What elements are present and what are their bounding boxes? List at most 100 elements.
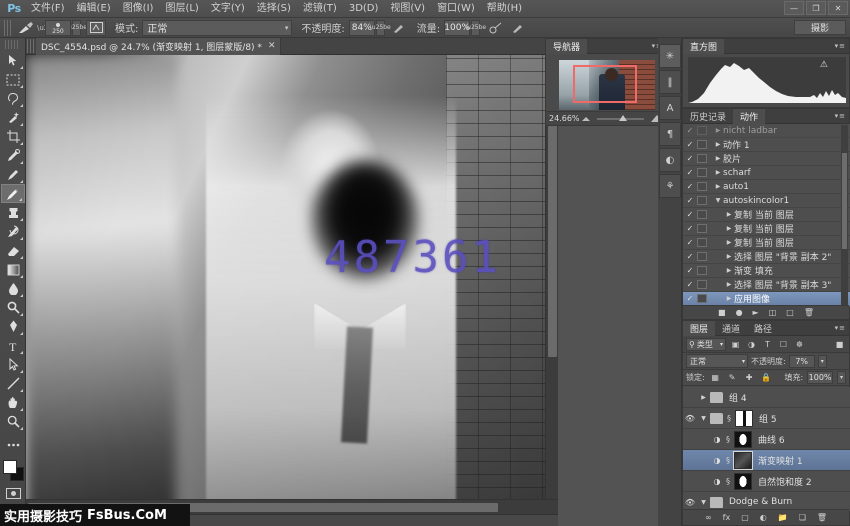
document-tab[interactable]: DSC_4554.psd @ 24.7% (渐变映射 1, 图层蒙版/8) * … bbox=[36, 38, 281, 55]
play-icon[interactable]: ► bbox=[753, 308, 759, 317]
smart-filter-icon[interactable]: ☸ bbox=[793, 338, 806, 351]
tab-history[interactable]: 历史记录 bbox=[683, 109, 733, 124]
brush-tool-icon[interactable] bbox=[15, 20, 37, 36]
action-dialog-toggle[interactable] bbox=[697, 154, 707, 163]
action-expand-icon[interactable]: ▶ bbox=[713, 141, 723, 148]
action-toggle-icon[interactable]: ✓ bbox=[683, 238, 697, 247]
action-dialog-toggle[interactable] bbox=[697, 126, 707, 135]
layer-mask-thumbnail[interactable] bbox=[734, 431, 752, 448]
action-toggle-icon[interactable]: ✓ bbox=[683, 196, 697, 205]
action-row[interactable]: ✓ ▶ 动作 1 bbox=[683, 138, 850, 152]
action-toggle-icon[interactable]: ✓ bbox=[683, 266, 697, 275]
move-tool[interactable] bbox=[1, 51, 25, 70]
action-expand-icon[interactable]: ▶ bbox=[713, 169, 723, 176]
action-row[interactable]: ✓ ▶ nicht ladbar bbox=[683, 124, 850, 138]
rail-brushes-icon[interactable]: ⚘ bbox=[659, 174, 681, 198]
tablet-pressure-icon[interactable] bbox=[86, 20, 106, 36]
action-dialog-toggle[interactable] bbox=[697, 224, 707, 233]
zoom-tool[interactable] bbox=[1, 412, 25, 431]
action-expand-icon[interactable]: ▶ bbox=[724, 281, 734, 288]
action-dialog-toggle[interactable] bbox=[697, 294, 707, 303]
action-row-selected[interactable]: ✓ ▶ 应用图像 bbox=[683, 292, 850, 306]
link-icon[interactable]: § bbox=[724, 435, 732, 444]
action-dialog-toggle[interactable] bbox=[697, 196, 707, 205]
eraser-tool[interactable] bbox=[1, 241, 25, 260]
layer-row-selected[interactable]: ◑ § 渐变映射 1 bbox=[683, 450, 850, 471]
new-action-icon[interactable]: □ bbox=[786, 308, 794, 317]
menu-filter[interactable]: 滤镜(T) bbox=[297, 0, 343, 18]
navigator-zoom-slider-knob[interactable] bbox=[619, 115, 627, 121]
action-toggle-icon[interactable]: ✓ bbox=[683, 154, 697, 163]
menu-edit[interactable]: 编辑(E) bbox=[71, 0, 117, 18]
action-row[interactable]: ✓ ▶ 选择 图层 "背景 副本 2" bbox=[683, 250, 850, 264]
actions-panel-menu-icon[interactable]: ▾≡ bbox=[835, 112, 846, 120]
action-toggle-icon[interactable]: ✓ bbox=[683, 224, 697, 233]
rail-paragraph-icon[interactable]: ¶ bbox=[659, 122, 681, 146]
menu-window[interactable]: 窗口(W) bbox=[431, 0, 481, 18]
lock-image-icon[interactable]: ✎ bbox=[726, 371, 739, 384]
action-expand-icon[interactable]: ▶ bbox=[713, 155, 723, 162]
action-toggle-icon[interactable]: ✓ bbox=[683, 140, 697, 149]
twirl-icon[interactable]: ▼ bbox=[699, 499, 708, 506]
actions-list[interactable]: ✓ ▶ nicht ladbar ✓ ▶ 动作 1 ✓ ▶ 胶片 bbox=[683, 124, 850, 307]
layers-list[interactable]: ▶ 组 4 👁 ▼ § 组 5 ◑ § 曲线 6 bbox=[683, 387, 850, 511]
navigator-thumbnail-wrap[interactable] bbox=[551, 59, 663, 111]
options-bar-grip[interactable] bbox=[4, 20, 11, 36]
quick-mask-button[interactable] bbox=[1, 484, 25, 503]
rail-histogram-icon[interactable]: ‖ bbox=[659, 70, 681, 94]
action-expand-icon[interactable]: ▼ bbox=[713, 197, 723, 204]
menu-view[interactable]: 视图(V) bbox=[384, 0, 431, 18]
brush-size-dropdown[interactable]: \u25be bbox=[72, 20, 81, 36]
action-dialog-toggle[interactable] bbox=[697, 210, 707, 219]
workspace-switcher[interactable]: 摄影 bbox=[794, 20, 846, 35]
opacity-pressure-icon[interactable] bbox=[392, 20, 408, 36]
toolbar-grip[interactable] bbox=[5, 40, 20, 49]
histogram-warning-icon[interactable]: ⚠ bbox=[820, 60, 828, 70]
layer-opacity-value[interactable]: 7% bbox=[789, 355, 815, 368]
canvas[interactable]: 487361 POCO 摄影专题 http://photo.poco.cn/ bbox=[26, 55, 558, 514]
action-toggle-icon[interactable]: ✓ bbox=[683, 252, 697, 261]
action-dialog-toggle[interactable] bbox=[697, 182, 707, 191]
eye-icon[interactable]: 👁 bbox=[683, 414, 697, 423]
text-filter-icon[interactable]: T bbox=[761, 338, 774, 351]
record-icon[interactable]: ● bbox=[736, 308, 743, 317]
quick-select-tool[interactable] bbox=[1, 108, 25, 127]
action-row[interactable]: ✓ ▶ 渐变 填充 bbox=[683, 264, 850, 278]
foreground-color-swatch[interactable] bbox=[3, 460, 17, 474]
link-icon[interactable]: § bbox=[725, 414, 733, 423]
new-layer-icon[interactable]: ❏ bbox=[799, 513, 806, 522]
action-expand-icon[interactable]: ▶ bbox=[724, 225, 734, 232]
link-icon[interactable]: § bbox=[724, 456, 732, 465]
layer-row[interactable]: ◑ § 自然饱和度 2 bbox=[683, 471, 850, 492]
close-button[interactable]: ✕ bbox=[828, 1, 848, 15]
tab-navigator[interactable]: 导航器 bbox=[546, 39, 587, 54]
rail-character-icon[interactable]: A bbox=[659, 96, 681, 120]
layer-mask-thumbnail[interactable] bbox=[735, 410, 753, 427]
delete-icon[interactable]: 🗑 bbox=[804, 308, 814, 317]
action-toggle-icon[interactable]: ✓ bbox=[683, 168, 697, 177]
link-layers-icon[interactable]: ∞ bbox=[705, 513, 712, 522]
action-dialog-toggle[interactable] bbox=[697, 238, 707, 247]
menu-image[interactable]: 图像(I) bbox=[117, 0, 160, 18]
action-dialog-toggle[interactable] bbox=[697, 252, 707, 261]
action-expand-icon[interactable]: ▶ bbox=[724, 253, 734, 260]
filter-toggle-icon[interactable]: ■ bbox=[833, 338, 846, 351]
menu-layer[interactable]: 图层(L) bbox=[159, 0, 204, 18]
action-expand-icon[interactable]: ▶ bbox=[724, 295, 734, 302]
menu-type[interactable]: 文字(Y) bbox=[205, 0, 251, 18]
action-toggle-icon[interactable]: ✓ bbox=[683, 126, 697, 135]
action-expand-icon[interactable]: ▶ bbox=[713, 183, 723, 190]
document-tab-grip[interactable] bbox=[27, 39, 34, 53]
layer-filter-type-select[interactable]: ⚲ 类型 ▾ bbox=[686, 338, 726, 351]
layer-row[interactable]: ▶ 组 4 bbox=[683, 387, 850, 408]
hand-tool[interactable] bbox=[1, 393, 25, 412]
action-row[interactable]: ✓ ▶ 选择 图层 "背景 副本 3" bbox=[683, 278, 850, 292]
layer-mask-icon[interactable]: ▢ bbox=[741, 513, 749, 522]
action-dialog-toggle[interactable] bbox=[697, 266, 707, 275]
action-expand-icon[interactable]: ▶ bbox=[724, 267, 734, 274]
clone-stamp-tool[interactable] bbox=[1, 203, 25, 222]
minimize-button[interactable]: — bbox=[784, 1, 804, 15]
action-dialog-toggle[interactable] bbox=[697, 168, 707, 177]
layer-fill-stepper[interactable]: ▾ bbox=[837, 371, 846, 384]
healing-brush-tool[interactable] bbox=[1, 165, 25, 184]
